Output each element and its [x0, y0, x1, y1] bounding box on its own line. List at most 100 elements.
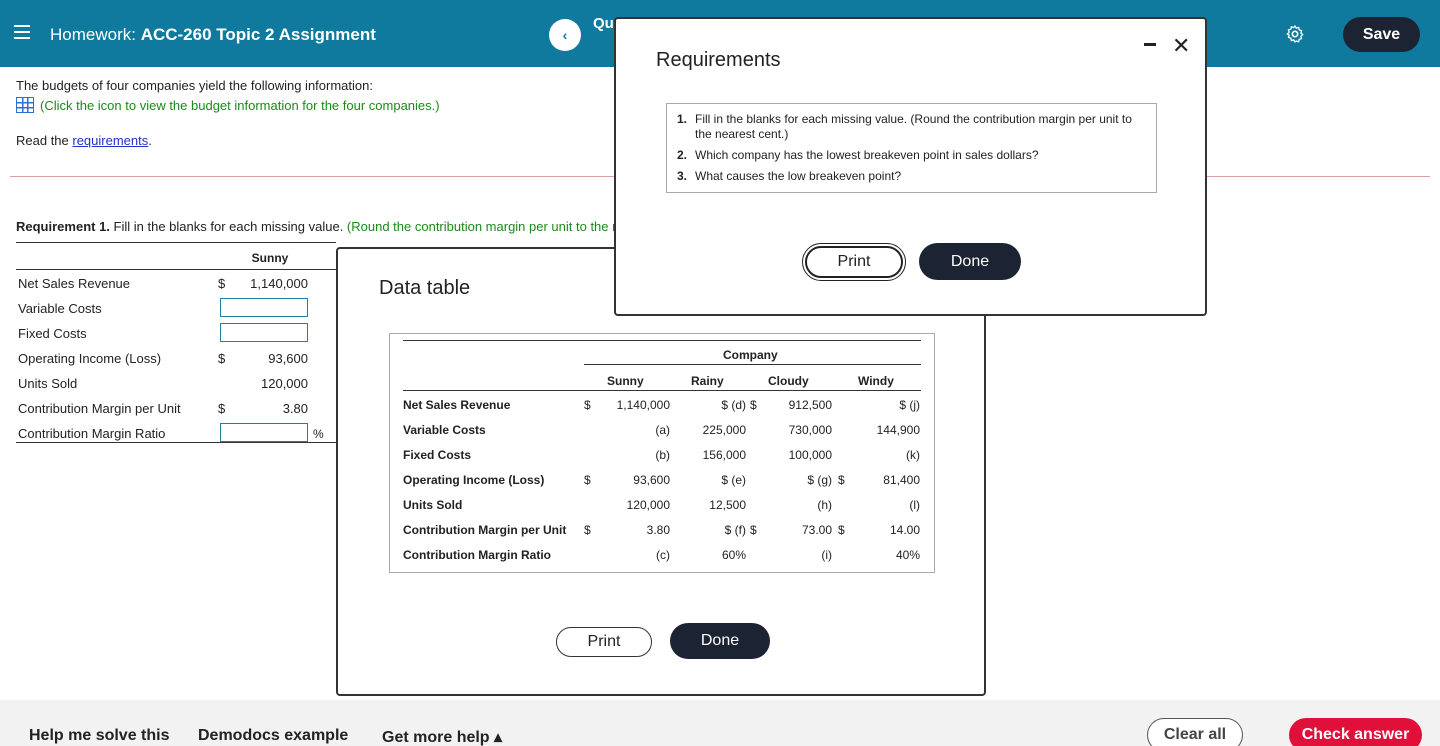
data-row-label: Operating Income (Loss) — [403, 473, 545, 487]
data-cell: $ (e) — [721, 473, 746, 487]
data-cell: 912,500 — [788, 398, 832, 412]
answer-table-bottom-rule — [16, 442, 336, 443]
requirements-print-button[interactable]: Print — [802, 243, 906, 281]
help-me-solve-button[interactable]: Help me solve this — [29, 727, 170, 745]
answer-row: Contribution Margin per Unit $ 3.80 — [18, 396, 336, 420]
data-table-print-button[interactable]: Print — [556, 627, 652, 657]
data-cell: 156,000 — [702, 448, 746, 462]
req-num: 3. — [677, 169, 688, 183]
data-row-label: Net Sales Revenue — [403, 398, 511, 412]
budget-info-link[interactable]: (Click the icon to view the budget infor… — [16, 97, 440, 113]
data-cell: 3.80 — [646, 523, 670, 537]
data-cell: (l) — [909, 498, 920, 512]
get-more-help-button[interactable]: Get more help ▴ — [382, 727, 502, 746]
requirements-list: 1. Fill in the blanks for each missing va… — [666, 103, 1157, 193]
minimize-icon[interactable] — [1144, 43, 1156, 46]
row-label: Contribution Margin Ratio — [18, 425, 166, 441]
col-windy: Windy — [858, 374, 894, 388]
data-cell: $ — [584, 473, 591, 487]
data-cell: 73.00 — [801, 523, 832, 537]
close-icon[interactable]: ✕ — [1172, 33, 1190, 59]
data-cell: $ — [838, 523, 845, 537]
req-num: 1. — [677, 112, 688, 126]
data-cell: $ (f) — [724, 523, 746, 537]
row-label: Variable Costs — [18, 300, 102, 316]
requirements-link[interactable]: requirements — [72, 133, 148, 148]
req-text: Fill in the blanks for each missing valu… — [695, 112, 1132, 141]
req-text: What causes the low breakeven point? — [695, 169, 902, 183]
demodocs-example-button[interactable]: Demodocs example — [198, 727, 348, 745]
requirement-item: 3. What causes the low breakeven point? — [677, 169, 1146, 184]
requirements-done-button[interactable]: Done — [919, 243, 1021, 280]
row-value: 3.80 — [282, 400, 308, 416]
title-prefix: Homework: — [50, 25, 141, 44]
company-rule — [584, 364, 921, 365]
print-label[interactable]: Print — [805, 246, 903, 278]
data-table-done-button[interactable]: Done — [670, 623, 770, 659]
answer-column-header: Sunny — [251, 251, 289, 265]
requirements-title: Requirements — [656, 49, 781, 71]
data-cell: 60% — [721, 548, 746, 562]
data-row-label: Contribution Margin Ratio — [403, 548, 551, 562]
chevron-left-icon: ‹ — [562, 27, 568, 43]
data-cell: $ — [584, 523, 591, 537]
cm-ratio-input[interactable] — [220, 423, 308, 442]
table-top-rule — [403, 340, 921, 341]
req1-text: Fill in the blanks for each missing valu… — [109, 219, 347, 234]
data-cell: 100,000 — [788, 448, 832, 462]
variable-costs-input[interactable] — [220, 298, 308, 317]
row-value: 1,140,000 — [250, 275, 308, 291]
budget-info-text[interactable]: (Click the icon to view the budget infor… — [40, 98, 440, 113]
clear-all-button[interactable]: Clear all — [1147, 718, 1243, 746]
data-cell: (b) — [655, 448, 670, 462]
data-cell: $ (j) — [899, 398, 920, 412]
requirements-dialog: Requirements ✕ 1. Fill in the blanks for … — [614, 17, 1207, 316]
data-cell: $ — [584, 398, 591, 412]
table-icon[interactable] — [16, 97, 34, 113]
col-cloudy: Cloudy — [768, 374, 809, 388]
answer-row: Units Sold 120,000 — [18, 371, 336, 395]
row-symbol: $ — [218, 400, 226, 416]
read-suffix: . — [148, 133, 152, 148]
row-label: Contribution Margin per Unit — [18, 400, 181, 416]
data-cell: (i) — [821, 548, 832, 562]
data-cell: 81,400 — [883, 473, 920, 487]
row-label: Net Sales Revenue — [18, 275, 131, 291]
col-sunny: Sunny — [607, 374, 644, 388]
data-cell: 1,140,000 — [616, 398, 670, 412]
data-cell: 12,500 — [709, 498, 746, 512]
row-label: Operating Income (Loss) — [18, 350, 162, 366]
data-table-title: Data table — [379, 277, 471, 299]
column-header-rule — [403, 390, 921, 391]
company-header: Company — [723, 348, 778, 362]
save-button[interactable]: Save — [1343, 17, 1420, 52]
check-answer-button[interactable]: Check answer — [1289, 718, 1422, 746]
req1-bold: Requirement 1. — [16, 219, 110, 234]
gear-icon[interactable] — [1285, 24, 1305, 44]
requirement-item: 1. Fill in the blanks for each missing va… — [677, 112, 1146, 142]
req-num: 2. — [677, 148, 688, 162]
data-cell: 40% — [895, 548, 920, 562]
data-table-box: Company Sunny Rainy Cloudy Windy Net Sal… — [389, 333, 935, 573]
hamburger-menu-icon[interactable] — [14, 25, 30, 39]
req-text: Which company has the lowest breakeven p… — [695, 148, 1039, 162]
col-rainy: Rainy — [691, 374, 724, 388]
row-symbol: $ — [218, 275, 226, 291]
intro-text: The budgets of four companies yield the … — [16, 78, 373, 93]
row-value: 120,000 — [261, 375, 308, 391]
data-cell: (h) — [817, 498, 832, 512]
requirement-1-heading: Requirement 1. Fill in the blanks for ea… — [16, 219, 616, 234]
fixed-costs-input[interactable] — [220, 323, 308, 342]
data-cell: $ — [750, 523, 757, 537]
req1-green: (Round the contribution margin per unit … — [346, 219, 616, 234]
question-label: Qu — [593, 15, 614, 32]
data-row-label: Contribution Margin per Unit — [403, 523, 567, 537]
row-value: 93,600 — [268, 350, 308, 366]
data-cell: (k) — [906, 448, 920, 462]
previous-question-button[interactable]: ‹ — [549, 19, 581, 51]
row-symbol: $ — [218, 350, 226, 366]
data-row-label: Units Sold — [403, 498, 463, 512]
requirement-item: 2. Which company has the lowest breakeven… — [677, 148, 1146, 163]
title-assignment: ACC-260 Topic 2 Assignment — [140, 25, 376, 44]
data-cell: $ (g) — [807, 473, 832, 487]
